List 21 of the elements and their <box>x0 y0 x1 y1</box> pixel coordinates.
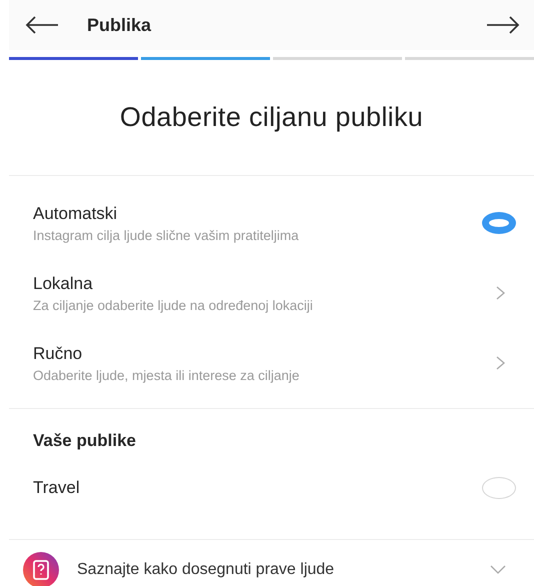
section-title: Vaše publike <box>32 430 137 452</box>
help-book-icon <box>23 552 59 586</box>
radio-button[interactable] <box>482 212 516 234</box>
audience-name: Travel <box>33 478 80 498</box>
option-description: Za ciljanje odaberite ljude na određenoj lokaciji <box>33 298 313 312</box>
back-button[interactable] <box>25 16 59 34</box>
next-button[interactable] <box>486 16 520 34</box>
page-heading: Odaberite ciljanu publiku <box>118 102 424 133</box>
option-description: Instagram cilja ljude slične vašim pratiteljima <box>33 228 299 242</box>
option-title: Ručno <box>33 344 84 364</box>
option-title: Automatski <box>33 204 118 224</box>
screen-title: Publika <box>87 14 152 36</box>
option-row[interactable]: Ručno Odaberite ljude, mjesta ili interese za ciljanje <box>9 328 534 398</box>
chevron-right-icon <box>496 286 506 300</box>
option-row[interactable]: Lokalna Za ciljanje odaberite ljude na određenoj lokaciji <box>9 258 534 328</box>
chevron-down-icon[interactable] <box>490 565 506 575</box>
option-row[interactable]: Automatski Instagram cilja ljude slične vašim pratiteljima <box>9 188 534 258</box>
help-link[interactable]: Saznajte kako dosegnuti prave ljude <box>77 561 472 579</box>
chevron-right-icon <box>496 356 506 370</box>
option-description: Odaberite ljude, mjesta ili interese za ciljanje <box>33 368 300 382</box>
option-title: Lokalna <box>33 274 94 294</box>
